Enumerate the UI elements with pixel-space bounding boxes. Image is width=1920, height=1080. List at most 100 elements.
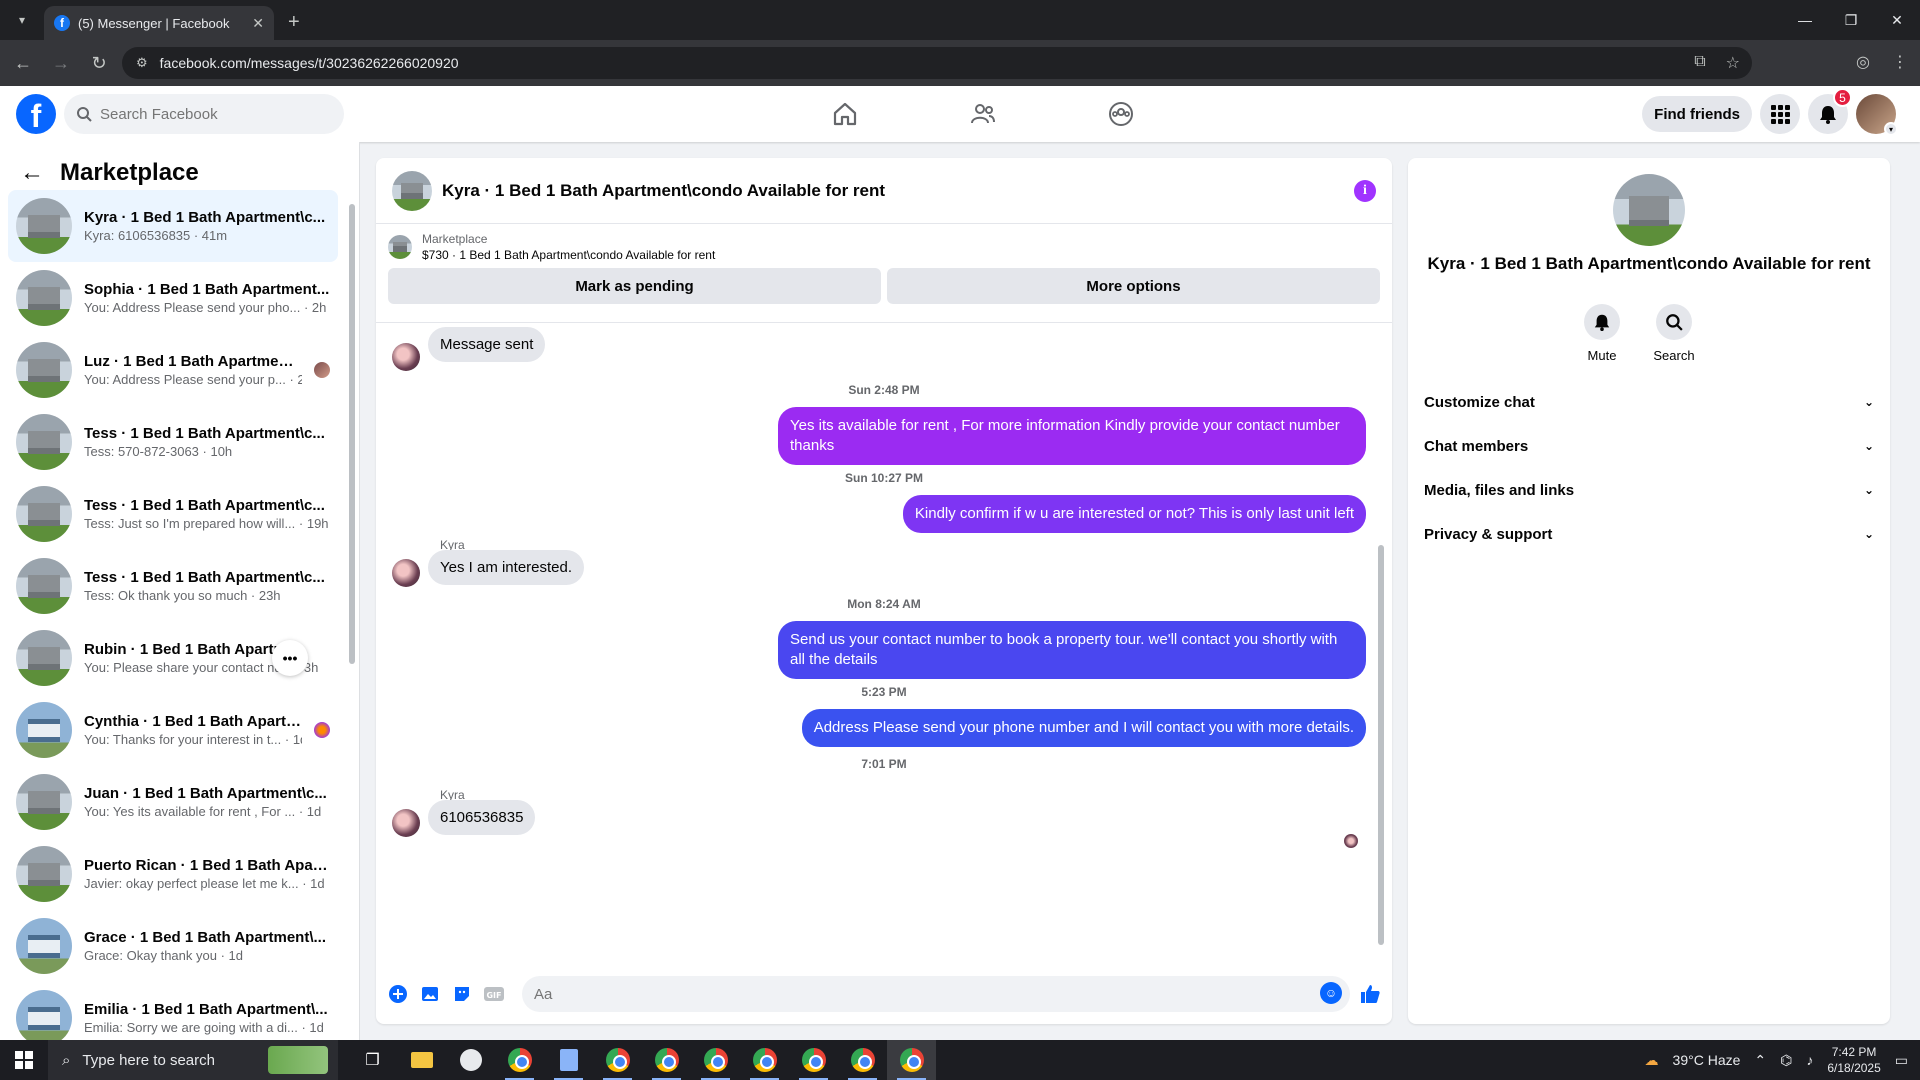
chevron-down-icon: ⌄ <box>1863 483 1874 497</box>
listing-thumbnail <box>16 342 72 398</box>
conversation-item[interactable]: Emilia · 1 Bed 1 Bath Apartment\... Emili… <box>8 982 338 1040</box>
chrome-icon[interactable] <box>691 1040 740 1080</box>
install-app-icon[interactable]: ⧉ <box>1694 53 1705 73</box>
weather-text[interactable]: 39°C Haze <box>1673 1052 1741 1068</box>
facebook-logo-icon[interactable]: f <box>16 94 56 134</box>
chrome-icon[interactable] <box>789 1040 838 1080</box>
notepad-icon[interactable] <box>544 1040 593 1080</box>
mute-button[interactable]: Mute <box>1581 304 1623 363</box>
profile-icon[interactable]: ◎ <box>1856 52 1870 72</box>
tab-close-icon[interactable]: ✕ <box>252 15 264 32</box>
marketplace-listing-strip[interactable]: Marketplace $730 · 1 Bed 1 Bath Apartmen… <box>376 224 1392 262</box>
privacy-support-row[interactable]: Privacy & support ⌄ <box>1416 512 1882 556</box>
chat-listing-thumbnail[interactable] <box>392 170 432 211</box>
notifications-button[interactable]: 5 <box>1808 88 1852 134</box>
facebook-search[interactable] <box>64 94 344 134</box>
photo-icon[interactable] <box>418 982 442 1006</box>
chrome-icon[interactable] <box>740 1040 789 1080</box>
notification-center-icon[interactable]: ▭ <box>1895 1052 1908 1069</box>
message-input[interactable] <box>522 976 1350 1012</box>
close-window-icon[interactable]: ✕ <box>1874 0 1920 40</box>
chrome-icon[interactable] <box>887 1040 936 1080</box>
minimize-icon[interactable]: — <box>1782 0 1828 40</box>
reload-icon[interactable]: ↻ <box>84 48 114 78</box>
facebook-search-input[interactable] <box>100 105 320 123</box>
forward-icon[interactable]: → <box>46 48 76 78</box>
site-info-icon[interactable]: ⚙ <box>136 55 148 71</box>
emoji-icon[interactable]: ☺ <box>1320 982 1342 1004</box>
conversation-item[interactable]: Luz · 1 Bed 1 Bath Apartment\... You: Add… <box>8 334 338 406</box>
network-icon[interactable]: ⌬ <box>1780 1052 1792 1069</box>
chat-members-row[interactable]: Chat members ⌄ <box>1416 424 1882 468</box>
address-bar[interactable]: ⚙ facebook.com/messages/t/30236262266020… <box>122 47 1752 79</box>
grid-menu-icon <box>1771 105 1790 124</box>
add-more-icon[interactable] <box>386 982 410 1006</box>
task-view-icon[interactable]: ❐ <box>348 1040 397 1080</box>
chevron-up-icon[interactable]: ⌃ <box>1754 1052 1766 1069</box>
sidebar-scrollbar[interactable] <box>349 204 355 664</box>
message-bubble-outgoing: Send us your contact number to book a pr… <box>778 621 1366 679</box>
media-files-links-row[interactable]: Media, files and links ⌄ <box>1416 468 1882 512</box>
gif-icon[interactable]: GIF <box>482 982 506 1006</box>
message-thread[interactable]: Message sent Sun 2:48 PM Yes its availab… <box>376 322 1392 962</box>
nav-groups[interactable] <box>1052 86 1190 142</box>
more-dots-button[interactable]: ••• <box>272 640 308 676</box>
back-arrow-icon[interactable]: ← <box>20 159 44 187</box>
new-tab-icon[interactable]: + <box>288 11 300 34</box>
listing-thumbnail <box>16 198 72 254</box>
conversation-item[interactable]: Tess · 1 Bed 1 Bath Apartment\c... Tess: … <box>8 478 338 550</box>
system-tray: ☁ 39°C Haze ⌃ ⌬ ♪ 7:42 PM 6/18/2025 ▭ <box>1645 1040 1920 1080</box>
menu-button[interactable] <box>1760 94 1800 134</box>
taskbar-app-icon[interactable] <box>446 1040 495 1080</box>
nav-home[interactable] <box>776 86 914 142</box>
conversation-item[interactable]: Kyra · 1 Bed 1 Bath Apartment\c... Kyra: … <box>8 190 338 262</box>
main-nav <box>776 86 1190 142</box>
thread-scrollbar[interactable] <box>1378 545 1384 945</box>
clock[interactable]: 7:42 PM 6/18/2025 <box>1827 1044 1880 1076</box>
info-listing-thumbnail[interactable] <box>1613 174 1685 246</box>
tab-search-button[interactable]: ▾ <box>6 4 38 36</box>
conversation-item[interactable]: Juan · 1 Bed 1 Bath Apartment\c... You: Y… <box>8 766 338 838</box>
search-in-chat-button[interactable]: Search <box>1653 304 1695 363</box>
account-avatar[interactable]: ▾ <box>1856 94 1898 136</box>
browser-menu-icon[interactable]: ⋮ <box>1892 52 1908 72</box>
conversation-item[interactable]: Rubin · 1 Bed 1 Bath Apartme... You: Plea… <box>8 622 338 694</box>
sticker-icon[interactable] <box>450 982 474 1006</box>
conversation-name: Kyra · 1 Bed 1 Bath Apartment\c... <box>84 209 326 226</box>
volume-icon[interactable]: ♪ <box>1806 1052 1813 1068</box>
windows-start-icon[interactable] <box>0 1040 48 1080</box>
conversation-name: Luz · 1 Bed 1 Bath Apartment\... <box>84 353 302 370</box>
chrome-icon[interactable] <box>495 1040 544 1080</box>
taskbar-search[interactable]: ⌕ Type here to search <box>48 1040 338 1080</box>
chrome-icon[interactable] <box>593 1040 642 1080</box>
conversation-preview: Tess: 570-872-3063 · 10h <box>84 444 233 459</box>
browser-tab[interactable]: f (5) Messenger | Facebook ✕ <box>44 6 274 40</box>
weather-icon[interactable]: ☁ <box>1645 1052 1659 1069</box>
conversation-item[interactable]: Grace · 1 Bed 1 Bath Apartment\... Grace:… <box>8 910 338 982</box>
conversation-item[interactable]: Puerto Rican · 1 Bed 1 Bath Apar... Javie… <box>8 838 338 910</box>
back-icon[interactable]: ← <box>8 48 38 78</box>
like-thumb-icon[interactable] <box>1358 982 1382 1006</box>
customize-chat-row[interactable]: Customize chat ⌄ <box>1416 380 1882 424</box>
chrome-icon[interactable] <box>838 1040 887 1080</box>
info-icon[interactable]: i <box>1354 179 1376 202</box>
bookmark-star-icon[interactable]: ☆ <box>1726 53 1740 73</box>
chevron-down-icon: ⌄ <box>1863 439 1874 453</box>
contact-avatar <box>392 559 420 587</box>
file-explorer-icon[interactable] <box>397 1040 446 1080</box>
nav-friends[interactable] <box>914 86 1052 142</box>
mark-as-pending-button[interactable]: Mark as pending <box>388 268 881 304</box>
read-receipt-avatar <box>314 362 330 378</box>
conversation-item[interactable]: Cynthia · 1 Bed 1 Bath Apartm... You: Tha… <box>8 694 338 766</box>
message-composer: GIF ☺ <box>376 964 1392 1024</box>
restore-icon[interactable]: ❐ <box>1828 0 1874 40</box>
clock-time: 7:42 PM <box>1831 1045 1877 1059</box>
chrome-icon[interactable] <box>642 1040 691 1080</box>
conversation-item[interactable]: Tess · 1 Bed 1 Bath Apartment\c... Tess: … <box>8 406 338 478</box>
conversation-item[interactable]: Tess · 1 Bed 1 Bath Apartment\c... Tess: … <box>8 550 338 622</box>
find-friends-button[interactable]: Find friends <box>1642 96 1752 132</box>
chat-title[interactable]: Kyra · 1 Bed 1 Bath Apartment\condo Avai… <box>442 181 1344 201</box>
more-options-button[interactable]: More options <box>887 268 1380 304</box>
conversation-preview: Tess: Ok thank you so much · 23h <box>84 588 281 603</box>
conversation-item[interactable]: Sophia · 1 Bed 1 Bath Apartment... You: A… <box>8 262 338 334</box>
